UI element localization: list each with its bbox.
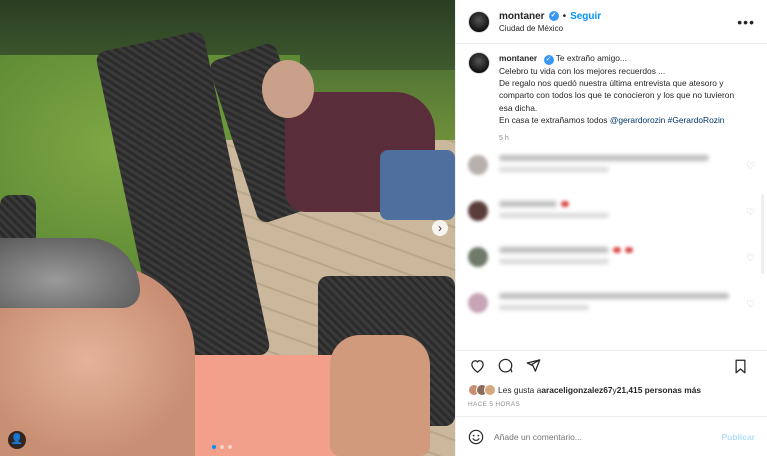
list-item: ♡ [468, 201, 755, 247]
header-row: montaner ✓ • Seguir [499, 11, 601, 22]
comment-meta-blurred [499, 213, 609, 219]
verified-badge-icon: ✓ [543, 55, 554, 65]
photo-man-jeans [380, 150, 455, 220]
list-item: ♡ [468, 247, 755, 293]
comment-body-row [499, 201, 609, 208]
comments-section: montaner ✓ Te extraño amigo... Celebro t… [456, 44, 767, 350]
heart-icon[interactable]: ♡ [746, 299, 755, 310]
avatar[interactable] [468, 10, 490, 33]
comment-box: Publicar [456, 416, 767, 456]
caption-line-2: Celebro tu vida con los mejores recuerdo… [499, 66, 666, 76]
comment-text [499, 293, 729, 311]
comment-meta-blurred [499, 167, 609, 173]
carousel-dots [212, 445, 232, 449]
heart-icon[interactable] [466, 355, 488, 377]
comment-text [499, 201, 609, 219]
heart-icon[interactable]: ♡ [746, 161, 755, 172]
posted-time: HACE 5 HORAS [468, 401, 521, 408]
scrollbar[interactable] [761, 194, 764, 274]
likes-count-link[interactable]: 21,415 personas más [617, 385, 701, 395]
post-side-panel: montaner ✓ • Seguir Ciudad de México •••… [455, 0, 767, 456]
verified-badge-icon: ✓ [548, 11, 559, 21]
comment-body-blurred [499, 201, 557, 208]
header-username[interactable]: montaner [499, 11, 545, 22]
carousel-dot [228, 445, 232, 449]
caption-username[interactable]: montaner [499, 53, 537, 63]
carousel-next-button[interactable]: › [432, 220, 448, 236]
publish-button[interactable]: Publicar [721, 432, 755, 442]
list-item: ♡ [468, 293, 755, 339]
emoji-icon[interactable] [468, 429, 484, 445]
comment-body-blurred [499, 247, 609, 254]
likes-prefix: Les gusta a [498, 385, 542, 395]
carousel-dot [220, 445, 224, 449]
user-tag-icon[interactable]: 👤 [8, 431, 26, 449]
avatar[interactable] [484, 384, 496, 396]
heart-emoji-blurred [625, 247, 633, 254]
heart-icon[interactable]: ♡ [746, 207, 755, 218]
mention-link[interactable]: @gerardorozin [610, 115, 666, 125]
comment-text [499, 247, 633, 265]
comment-avatar[interactable] [468, 201, 488, 222]
comment-icon[interactable] [494, 355, 516, 377]
heart-emoji-blurred [613, 247, 621, 254]
caption-avatar[interactable] [468, 52, 490, 74]
liker-avatars [468, 384, 496, 396]
likes-user-link[interactable]: araceligonzalez67 [541, 385, 612, 395]
follow-button[interactable]: Seguir [570, 11, 601, 22]
comment-list: ♡ ♡ ♡ ♡ [468, 155, 755, 339]
heart-emoji-blurred [561, 201, 569, 208]
header-separator: • [562, 10, 567, 22]
action-bar [456, 350, 767, 380]
comment-input[interactable] [494, 431, 694, 442]
comment-avatar[interactable] [468, 155, 488, 176]
comment-text [499, 155, 709, 173]
caption-line-3: De regalo nos quedó nuestra última entre… [499, 78, 735, 113]
list-item: ♡ [468, 155, 755, 201]
comment-body-blurred [499, 155, 709, 162]
location-link[interactable]: Ciudad de México [499, 24, 601, 33]
caption-line-4-prefix: En casa te extrañamos todos [499, 114, 610, 125]
caption-time: 5 h [499, 135, 509, 143]
comment-meta-blurred [499, 259, 609, 265]
caption-body: montaner ✓ Te extraño amigo... Celebro t… [499, 52, 739, 145]
comment-avatar[interactable] [468, 247, 488, 268]
hashtag-link[interactable]: #GerardoRozin [668, 115, 725, 125]
carousel-dot [212, 445, 216, 449]
header-text: montaner ✓ • Seguir Ciudad de México [499, 11, 601, 33]
likes-row: Les gusta a araceligonzalez67 y 21,415 p… [456, 380, 767, 396]
comment-meta-blurred [499, 305, 589, 311]
photo-man-head [262, 60, 314, 118]
more-horizontal-icon[interactable]: ••• [737, 14, 755, 30]
post-caption: montaner ✓ Te extraño amigo... Celebro t… [468, 52, 755, 145]
bookmark-icon[interactable] [729, 355, 751, 377]
caption-line-1: Te extraño amigo... [555, 53, 627, 63]
post-photo[interactable]: › 👤 [0, 0, 455, 456]
photo-selfie-hair [0, 238, 140, 308]
caption-line-4: En casa te extrañamos todos @gerardorozi… [499, 114, 739, 126]
post-header: montaner ✓ • Seguir Ciudad de México ••• [456, 0, 767, 44]
send-icon[interactable] [522, 355, 544, 377]
photo-thumbs-up [330, 335, 430, 456]
comment-body-row [499, 247, 633, 254]
heart-icon[interactable]: ♡ [746, 253, 755, 264]
comment-avatar[interactable] [468, 293, 488, 314]
instagram-post: › 👤 montaner ✓ • Seguir Ciudad de México… [0, 0, 767, 456]
comment-body-blurred [499, 293, 729, 300]
